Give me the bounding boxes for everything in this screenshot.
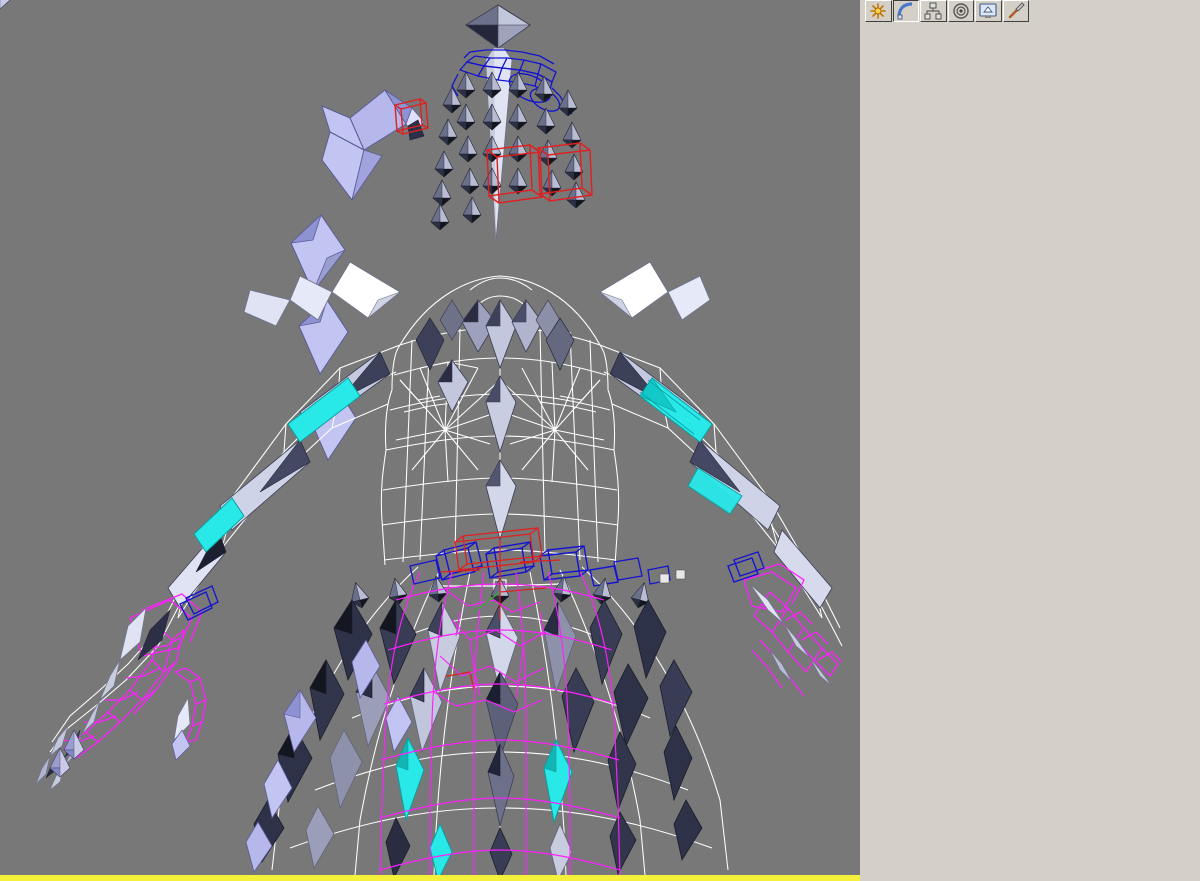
left-hand-cloth — [0, 0, 219, 791]
hair-bone-chains — [430, 49, 593, 231]
right-hand-cloth — [727, 551, 843, 697]
hierarchy-icon — [924, 2, 942, 20]
axis-tripod — [473, 565, 547, 620]
display-tab[interactable] — [975, 0, 1002, 22]
modify-tab[interactable] — [892, 0, 919, 22]
create-tab[interactable] — [865, 0, 892, 22]
curve-icon — [897, 2, 912, 20]
utilities-tab[interactable] — [1002, 0, 1029, 22]
hammer-icon — [1008, 2, 1025, 19]
max-window: c2Wu:wrp_Body モディファイヤリスト 布地 スキン モーフ — [0, 0, 1200, 881]
command-panel-tabs — [865, 0, 1030, 22]
command-panel: c2Wu:wrp_Body モディファイヤリスト 布地 スキン モーフ — [860, 0, 1200, 881]
viewport-scene — [0, 0, 843, 881]
spine-bones — [415, 298, 575, 542]
star-icon — [870, 3, 887, 19]
display-icon — [979, 3, 997, 18]
waist-pivot-gizmo — [659, 569, 686, 584]
active-viewport-highlight — [0, 875, 860, 881]
hierarchy-tab[interactable] — [920, 0, 947, 22]
perspective-viewport[interactable] — [0, 0, 860, 881]
motion-icon — [953, 3, 969, 19]
motion-tab[interactable] — [947, 0, 974, 22]
body-mesh-wireframe — [49, 275, 843, 877]
